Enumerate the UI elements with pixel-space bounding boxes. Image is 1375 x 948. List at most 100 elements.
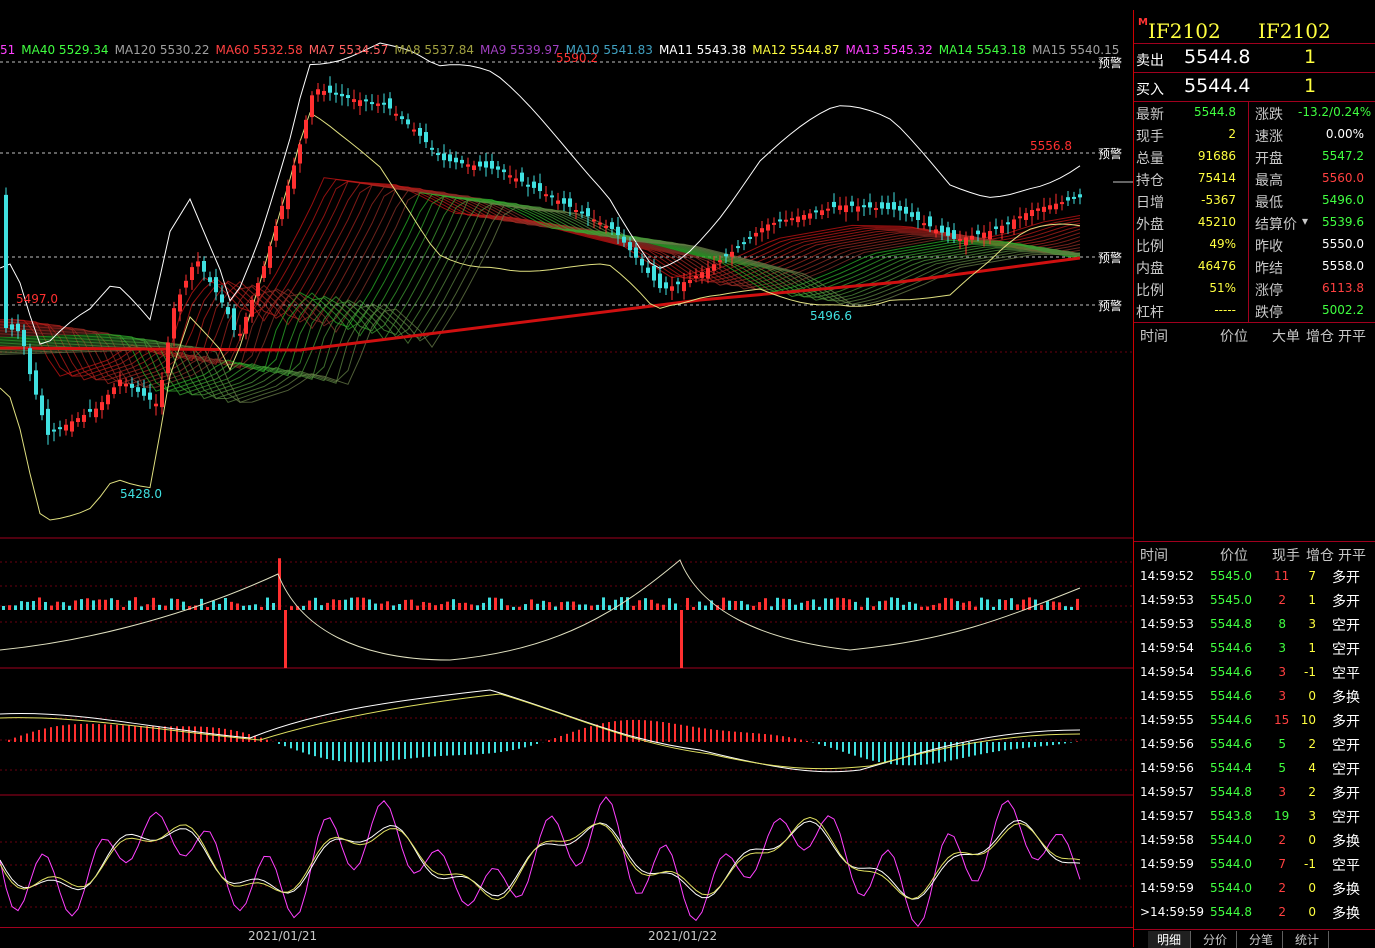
volume-bar [920,607,923,610]
tick-row[interactable]: 14:59:565544.652空开 [1134,732,1375,756]
candle-body [1006,222,1010,224]
volume-bar [782,599,785,610]
candle-body [562,198,566,203]
tab-0[interactable]: 明细 [1148,931,1191,948]
candle-body [1054,204,1058,210]
macd-bar [794,738,796,742]
macd-bar [386,742,388,761]
macd-bar [164,726,166,742]
dropdown-icon[interactable]: ▾ [1302,214,1308,228]
candle-body [976,231,980,235]
candle-body [730,252,734,257]
tick-type: 多开 [1332,591,1360,611]
tick-type: 空开 [1332,759,1360,779]
ask-qty: 1 [1304,46,1316,68]
candle-body [406,119,410,124]
candle-body [676,282,680,285]
quote-label: 最新 [1136,104,1164,124]
volume-bar [86,598,89,610]
macd-bar [770,735,772,742]
tick-row[interactable]: 14:59:525545.0117多开 [1134,564,1375,588]
kline-chart-svg[interactable]: 预警预警预警预警5590.25556.85428.05496.65497.0 [0,10,1133,927]
volume-bar [350,598,353,610]
macd-bar [374,742,376,762]
macd-bar [842,742,844,752]
contract-code-alt[interactable]: IF2102 [1258,19,1331,43]
tick-list[interactable]: 14:59:525545.0117多开14:59:535545.021多开14:… [1134,564,1375,924]
candle-body [184,281,188,288]
candle-body [694,276,698,278]
tick-row[interactable]: 14:59:575544.832多开 [1134,780,1375,804]
macd-bar [14,738,16,742]
volume-bar [968,601,971,610]
candle-body [988,231,992,239]
tab-2[interactable]: 分笔 [1240,931,1283,948]
macd-bar [956,742,958,759]
quote-value: 45210 [1184,215,1236,229]
tick-row[interactable]: >14:59:595544.820多换 [1134,900,1375,924]
bid-qty: 1 [1304,75,1316,97]
volume-bar [632,606,635,610]
big-order-list[interactable] [1134,345,1375,542]
tick-row[interactable]: 14:59:565544.454空开 [1134,756,1375,780]
tick-row[interactable]: 14:59:545544.631空开 [1134,636,1375,660]
kline-chart-area[interactable]: 预警预警预警预警5590.25556.85428.05496.65497.0 5… [0,10,1133,927]
tick-time: 14:59:55 [1140,713,1194,727]
tick-price: 5545.0 [1210,569,1252,583]
macd-dea [0,694,1080,769]
tick-volume: 15 [1274,713,1286,727]
candle-body [70,421,74,431]
candle-body [106,395,110,405]
volume-bar [746,604,749,610]
tick-row[interactable]: 14:59:535545.021多开 [1134,588,1375,612]
tick-oi-change: 10 [1300,713,1316,727]
tick-row[interactable]: 14:59:575543.8193空开 [1134,804,1375,828]
volume-bar [734,601,737,610]
tick-row[interactable]: 14:59:545544.63-1空平 [1134,660,1375,684]
contract-code[interactable]: IF2102 [1148,19,1221,43]
ma-legend-item: MA12 5544.87 [752,43,839,57]
macd-bar [908,742,910,765]
tick-row[interactable]: 14:59:555544.630多换 [1134,684,1375,708]
candle-body [718,260,722,262]
macd-bar [854,742,856,756]
candle-body [742,242,746,244]
volume-bar [542,601,545,610]
date-label: 2021/01/21 [248,929,317,943]
volume-bar [464,603,467,610]
tick-row[interactable]: 14:59:595544.020多换 [1134,876,1375,900]
quote-value: 0.00% [1298,127,1364,141]
tick-row[interactable]: 14:59:555544.61510多开 [1134,708,1375,732]
tick-row[interactable]: 14:59:585544.020多换 [1134,828,1375,852]
quote-value: 5547.2 [1298,149,1364,163]
volume-bar [506,605,509,610]
tick-row[interactable]: 14:59:535544.883空开 [1134,612,1375,636]
macd-bar [1022,742,1024,748]
volume-bar [80,599,83,610]
macd-bar [416,742,418,758]
top-toolbar [0,0,1133,10]
macd-bar [266,740,268,742]
tick-volume: 19 [1274,809,1286,823]
candle-body [892,202,896,209]
candle-body [910,212,914,217]
quote-table: 最新5544.8涨跌-13.2/0.24%现手2速涨0.00%总量91686开盘… [1134,102,1375,323]
volume-bar [788,599,791,610]
tick-oi-change: 7 [1300,569,1316,583]
candle-body [154,404,158,407]
volume-bar [182,602,185,610]
bid-label: 买入 [1136,79,1164,99]
macd-bar [176,726,178,742]
tab-3[interactable]: 统计 [1286,931,1329,948]
volume-bar [368,599,371,610]
volume-bar [422,602,425,610]
volume-bar [2,606,5,610]
quote-row: 最新5544.8涨跌-13.2/0.24% [1134,102,1375,124]
candle-body [238,334,242,336]
tick-row[interactable]: 14:59:595544.07-1空平 [1134,852,1375,876]
bid-row[interactable]: 买入 5544.4 1 [1134,73,1375,102]
tick-volume: 2 [1274,833,1286,847]
macd-bar [662,722,664,742]
ask-row[interactable]: 卖出 5544.8 1 [1134,44,1375,73]
tab-1[interactable]: 分价 [1194,931,1237,948]
